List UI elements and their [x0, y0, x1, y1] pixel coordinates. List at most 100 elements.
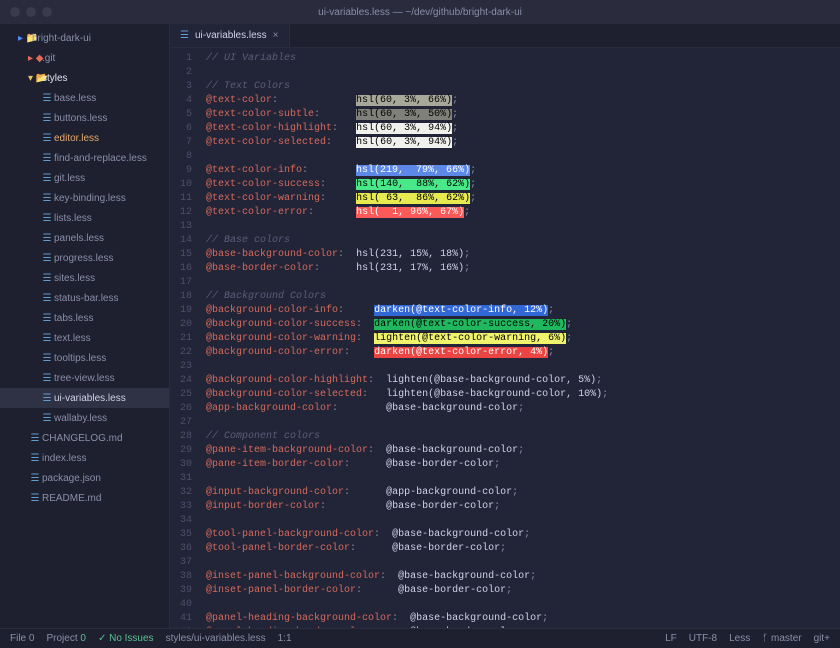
- code-line[interactable]: @background-color-selected: lighten(@bas…: [206, 388, 840, 402]
- status-encoding[interactable]: UTF-8: [689, 633, 717, 644]
- minimize-icon[interactable]: [26, 7, 36, 17]
- sidebar-item-text-less[interactable]: ☰ text.less: [0, 328, 169, 348]
- sidebar-item-tooltips-less[interactable]: ☰ tooltips.less: [0, 348, 169, 368]
- file-icon: ☰: [40, 413, 54, 424]
- text-editor[interactable]: 1234567891011121314151617181920212223242…: [170, 48, 840, 628]
- code-line[interactable]: @text-color-highlight: hsl(60, 3%, 94%);: [206, 122, 840, 136]
- status-lf[interactable]: LF: [665, 633, 677, 644]
- sidebar-item-wallaby-less[interactable]: ☰ wallaby.less: [0, 408, 169, 428]
- code-area[interactable]: // UI Variables // Text Colors@text-colo…: [198, 48, 840, 628]
- code-line[interactable]: [206, 514, 840, 528]
- file-icon: ☰: [40, 333, 54, 344]
- sidebar-item-sites-less[interactable]: ☰ sites.less: [0, 268, 169, 288]
- code-line[interactable]: @panel-heading-background-color: @base-b…: [206, 612, 840, 626]
- sidebar-item-CHANGELOG-md[interactable]: ☰ CHANGELOG.md: [0, 428, 169, 448]
- sidebar-item-styles[interactable]: ▾ 📂 styles: [0, 68, 169, 88]
- status-file[interactable]: File 0: [10, 633, 34, 644]
- sidebar-item-lists-less[interactable]: ☰ lists.less: [0, 208, 169, 228]
- sidebar-item-find-and-replace-less[interactable]: ☰ find-and-replace.less: [0, 148, 169, 168]
- editor-pane: ☰ ui-variables.less × 123456789101112131…: [170, 24, 840, 628]
- code-line[interactable]: // Text Colors: [206, 80, 840, 94]
- sidebar-item-status-bar-less[interactable]: ☰ status-bar.less: [0, 288, 169, 308]
- window-title: ui-variables.less — ~/dev/github/bright-…: [318, 7, 522, 18]
- code-line[interactable]: // Background Colors: [206, 290, 840, 304]
- code-line[interactable]: @text-color-info: hsl(219, 79%, 66%);: [206, 164, 840, 178]
- tree-view[interactable]: ▸ 📁 bright-dark-ui▸ ◆ .git▾ 📂 styles☰ ba…: [0, 24, 170, 628]
- sidebar-item-panels-less[interactable]: ☰ panels.less: [0, 228, 169, 248]
- sidebar-item-README-md[interactable]: ☰ README.md: [0, 488, 169, 508]
- sidebar-item-ui-variables-less[interactable]: ☰ ui-variables.less: [0, 388, 169, 408]
- folder-icon: ▸ 📁: [18, 33, 32, 44]
- close-icon[interactable]: ×: [273, 30, 279, 41]
- code-line[interactable]: [206, 150, 840, 164]
- status-grammar[interactable]: Less: [729, 633, 750, 644]
- sidebar-item-base-less[interactable]: ☰ base.less: [0, 88, 169, 108]
- code-line[interactable]: @background-color-info: darken(@text-col…: [206, 304, 840, 318]
- status-cursor[interactable]: 1:1: [278, 633, 292, 644]
- code-line[interactable]: @background-color-warning: lighten(@text…: [206, 332, 840, 346]
- status-path[interactable]: styles/ui-variables.less: [166, 633, 266, 644]
- code-line[interactable]: @text-color-warning: hsl( 63, 86%, 62%);: [206, 192, 840, 206]
- code-line[interactable]: [206, 360, 840, 374]
- status-bar: File 0 Project 0 ✓ No Issues styles/ui-v…: [0, 628, 840, 648]
- code-line[interactable]: @tool-panel-border-color: @base-border-c…: [206, 542, 840, 556]
- status-git-plus[interactable]: git+: [814, 633, 830, 644]
- file-icon: ☰: [40, 353, 54, 364]
- code-line[interactable]: @tool-panel-background-color: @base-back…: [206, 528, 840, 542]
- code-line[interactable]: @base-background-color: hsl(231, 15%, 18…: [206, 248, 840, 262]
- project-root[interactable]: ▸ 📁 bright-dark-ui: [0, 28, 169, 48]
- titlebar: ui-variables.less — ~/dev/github/bright-…: [0, 0, 840, 24]
- file-icon: ☰: [40, 133, 54, 144]
- code-line[interactable]: [206, 276, 840, 290]
- code-line[interactable]: // Component colors: [206, 430, 840, 444]
- sidebar-item-index-less[interactable]: ☰ index.less: [0, 448, 169, 468]
- tab-bar[interactable]: ☰ ui-variables.less ×: [170, 24, 840, 48]
- code-line[interactable]: // Base colors: [206, 234, 840, 248]
- code-line[interactable]: @background-color-error: darken(@text-co…: [206, 346, 840, 360]
- code-line[interactable]: [206, 472, 840, 486]
- code-line[interactable]: @text-color-selected: hsl(60, 3%, 94%);: [206, 136, 840, 150]
- code-line[interactable]: [206, 416, 840, 430]
- status-issues[interactable]: ✓ No Issues: [98, 633, 154, 644]
- code-line[interactable]: @pane-item-border-color: @base-border-co…: [206, 458, 840, 472]
- close-icon[interactable]: [10, 7, 20, 17]
- sidebar-item-git[interactable]: ▸ ◆ .git: [0, 48, 169, 68]
- code-line[interactable]: @background-color-highlight: lighten(@ba…: [206, 374, 840, 388]
- code-line[interactable]: [206, 66, 840, 80]
- zoom-icon[interactable]: [42, 7, 52, 17]
- file-icon: ☰: [40, 153, 54, 164]
- code-line[interactable]: @inset-panel-border-color: @base-border-…: [206, 584, 840, 598]
- sidebar-item-tree-view-less[interactable]: ☰ tree-view.less: [0, 368, 169, 388]
- code-line[interactable]: @input-background-color: @app-background…: [206, 486, 840, 500]
- sidebar-item-package-json[interactable]: ☰ package.json: [0, 468, 169, 488]
- code-line[interactable]: // UI Variables: [206, 52, 840, 66]
- code-line[interactable]: @text-color-subtle: hsl(60, 3%, 50%);: [206, 108, 840, 122]
- code-line[interactable]: [206, 556, 840, 570]
- file-icon: ☰: [28, 453, 42, 464]
- status-branch[interactable]: ᚶ master: [762, 633, 801, 644]
- code-line[interactable]: @text-color-error: hsl( 1, 96%, 67%);: [206, 206, 840, 220]
- code-line[interactable]: @text-color: hsl(60, 3%, 66%);: [206, 94, 840, 108]
- file-icon: ☰: [40, 313, 54, 324]
- sidebar-item-key-binding-less[interactable]: ☰ key-binding.less: [0, 188, 169, 208]
- code-line[interactable]: @app-background-color: @base-background-…: [206, 402, 840, 416]
- code-line[interactable]: @text-color-success: hsl(140, 88%, 62%);: [206, 178, 840, 192]
- file-icon: ☰: [28, 473, 42, 484]
- sidebar-item-buttons-less[interactable]: ☰ buttons.less: [0, 108, 169, 128]
- window: ui-variables.less — ~/dev/github/bright-…: [0, 0, 840, 648]
- sidebar-item-git-less[interactable]: ☰ git.less: [0, 168, 169, 188]
- code-line[interactable]: @input-border-color: @base-border-color;: [206, 500, 840, 514]
- code-line[interactable]: @background-color-success: darken(@text-…: [206, 318, 840, 332]
- code-line[interactable]: [206, 598, 840, 612]
- tab-ui-variables[interactable]: ☰ ui-variables.less ×: [170, 23, 290, 47]
- file-icon: ☰: [40, 93, 54, 104]
- sidebar-item-tabs-less[interactable]: ☰ tabs.less: [0, 308, 169, 328]
- code-line[interactable]: @pane-item-background-color: @base-backg…: [206, 444, 840, 458]
- tab-label: ui-variables.less: [195, 30, 267, 41]
- code-line[interactable]: @base-border-color: hsl(231, 17%, 16%);: [206, 262, 840, 276]
- code-line[interactable]: [206, 220, 840, 234]
- sidebar-item-editor-less[interactable]: ☰ editor.less: [0, 128, 169, 148]
- sidebar-item-progress-less[interactable]: ☰ progress.less: [0, 248, 169, 268]
- status-project[interactable]: Project 0: [46, 633, 85, 644]
- code-line[interactable]: @inset-panel-background-color: @base-bac…: [206, 570, 840, 584]
